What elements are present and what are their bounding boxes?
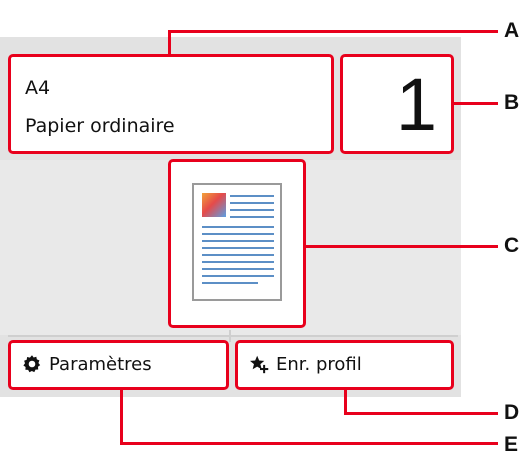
callout-line <box>344 390 347 414</box>
callout-c: C <box>504 234 520 257</box>
callout-e: E <box>504 433 519 456</box>
save-profile-button[interactable]: Enr. profil <box>235 340 454 390</box>
settings-label: Paramètres <box>49 354 152 375</box>
callout-line <box>306 245 498 248</box>
copy-standby-screen: A4 Papier ordinaire 1 Paramètres Enr. pr… <box>0 0 461 459</box>
callout-line <box>454 102 498 105</box>
callout-line <box>120 442 498 445</box>
save-profile-label: Enr. profil <box>276 354 362 375</box>
callout-d: D <box>504 401 520 424</box>
callout-line <box>168 30 498 33</box>
paper-size-label: A4 <box>25 77 51 99</box>
document-preview-icon <box>192 183 282 301</box>
layout-preview-button[interactable] <box>168 159 306 328</box>
copies-count: 1 <box>395 63 437 146</box>
callout-b: B <box>504 91 520 114</box>
divider <box>8 335 458 337</box>
callout-line <box>168 30 171 56</box>
gear-icon <box>23 355 41 373</box>
copies-button[interactable]: 1 <box>340 54 454 154</box>
divider <box>229 330 231 342</box>
callout-line <box>344 412 498 415</box>
callout-a: A <box>504 19 520 42</box>
paper-type-label: Papier ordinaire <box>25 115 175 137</box>
star-plus-icon <box>250 355 269 374</box>
paper-settings-button[interactable]: A4 Papier ordinaire <box>8 54 334 154</box>
settings-button[interactable]: Paramètres <box>8 340 229 390</box>
image-thumbnail-icon <box>202 193 226 217</box>
callout-line <box>120 390 123 445</box>
